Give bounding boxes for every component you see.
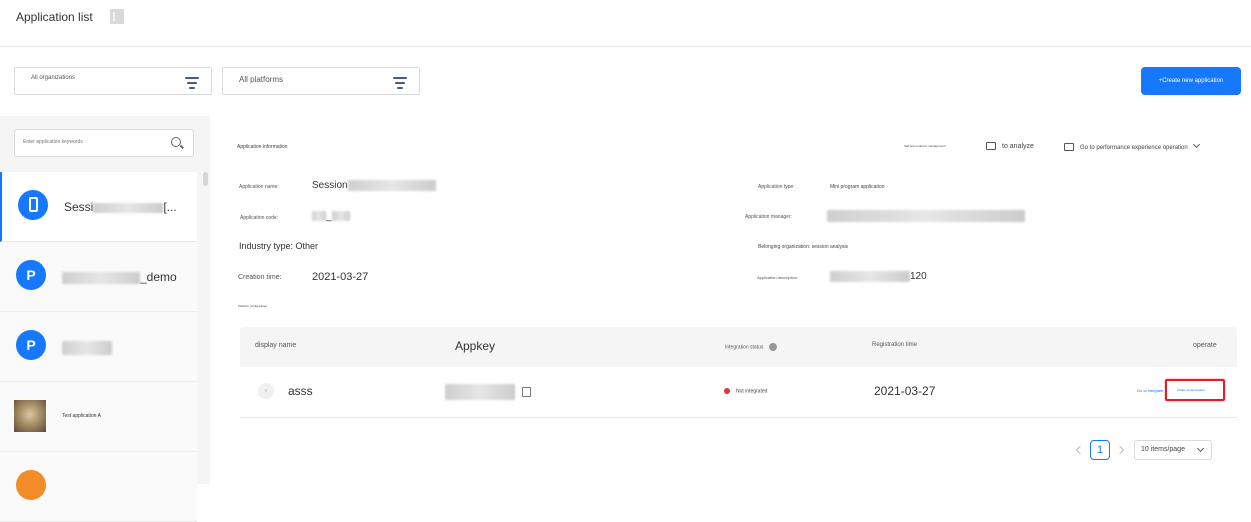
copy-icon[interactable]	[522, 387, 531, 397]
app-name-label: Application name:	[239, 184, 279, 190]
organization-filter-label: All organizations	[31, 75, 76, 81]
chevron-down-icon	[1192, 140, 1200, 149]
page-title: Application list	[16, 10, 93, 24]
app-name: Test application A	[62, 413, 101, 419]
app-code-label: Application code:	[240, 215, 279, 221]
performance-dropdown[interactable]: Go to performance experience operation	[1064, 140, 1200, 152]
platform-table: display name Appkey Integration status R…	[240, 327, 1237, 418]
go-to-integrate-link[interactable]: Go to integrate	[1137, 388, 1163, 393]
app-code-value: _	[312, 211, 350, 222]
search-icon[interactable]	[171, 137, 181, 147]
industry-type: Industry type: Other	[239, 241, 319, 251]
phone-icon	[18, 190, 48, 220]
page-size-select[interactable]: 10 items/page	[1134, 440, 1212, 460]
self-test-link[interactable]: Self test endpoint management	[904, 144, 946, 148]
table-row: Y asss Not integrated 2021-03-27 Go to i…	[240, 367, 1237, 418]
platform-filter-label: All platforms	[239, 75, 284, 84]
analyze-action[interactable]: to analyze	[986, 142, 1034, 150]
app-search-box[interactable]	[14, 129, 194, 157]
current-page[interactable]: 1	[1090, 440, 1110, 460]
app-p-icon: P	[16, 260, 46, 290]
monitor-icon	[1064, 143, 1074, 152]
app-name: _demo	[62, 270, 177, 284]
app-icon	[16, 470, 46, 500]
app-list: Sessi [... P _demo P Test application A	[0, 172, 197, 522]
belonging-organization: Belonging organization: session analysis	[758, 244, 849, 250]
app-info-title: Application information	[237, 144, 288, 150]
col-registration-time: Registration time	[872, 342, 918, 348]
info-icon[interactable]	[769, 343, 778, 351]
organization-filter[interactable]: All organizations	[14, 67, 212, 95]
integration-status-cell: Not integrated	[724, 388, 767, 394]
sidebar-scrollbar[interactable]	[203, 172, 208, 186]
app-list-item[interactable]: P	[0, 312, 197, 382]
creation-time-value: 2021-03-27	[312, 271, 369, 283]
platform-type-badge: Y	[258, 383, 274, 399]
prev-page-icon[interactable]	[1075, 445, 1085, 455]
app-type-label: Application type:	[758, 184, 795, 190]
creation-time-label: Creation time:	[238, 274, 282, 281]
col-operate: operate	[1193, 342, 1217, 349]
document-icon[interactable]	[110, 9, 124, 24]
app-list-item[interactable]: Sessi [...	[0, 172, 197, 242]
col-display-name: display name	[255, 342, 297, 349]
monitor-icon	[986, 142, 996, 150]
highlight-box	[1165, 379, 1225, 401]
top-bar: Application list	[0, 0, 1251, 47]
status-dot	[724, 388, 730, 394]
col-appkey: Appkey	[455, 339, 496, 353]
filter-icon	[185, 77, 199, 89]
app-name: Sessi [...	[64, 200, 177, 214]
app-name-value: Session	[312, 180, 436, 191]
app-list-item[interactable]: P _demo	[0, 242, 197, 312]
registration-time-cell: 2021-03-27	[874, 384, 936, 398]
app-description-label: Application description:	[757, 275, 799, 280]
table-header: display name Appkey Integration status R…	[240, 327, 1237, 367]
app-sidebar: Sessi[... P _demo P Test application A	[0, 116, 210, 522]
app-list-item[interactable]: Test application A	[0, 382, 197, 452]
app-manager-value	[827, 210, 1025, 222]
app-p-icon: P	[16, 330, 46, 360]
platform-config-title: Platform configuration	[238, 304, 268, 308]
app-type-value: Mini program application	[830, 184, 885, 190]
next-page-icon[interactable]	[1115, 445, 1125, 455]
display-name-cell: asss	[288, 384, 313, 398]
app-list-item[interactable]	[0, 452, 197, 522]
app-avatar	[14, 400, 46, 432]
col-integration-status: Integration status	[725, 343, 778, 351]
app-name	[62, 340, 112, 355]
filter-icon	[393, 77, 407, 89]
app-description-value: 120	[830, 271, 927, 282]
app-manager-label: Application manager:	[745, 214, 792, 220]
chevron-down-icon	[1196, 444, 1205, 453]
app-search-input[interactable]	[23, 139, 163, 145]
platform-filter[interactable]: All platforms	[222, 67, 420, 95]
appkey-cell	[445, 383, 515, 401]
create-application-button[interactable]: +Create new application	[1141, 67, 1241, 95]
